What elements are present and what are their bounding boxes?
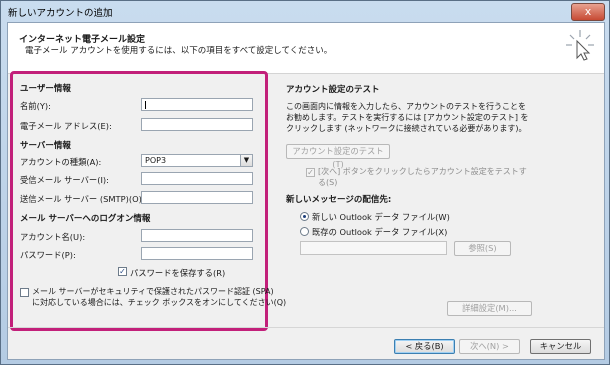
incoming-server-field[interactable] (141, 172, 253, 185)
footer-divider (8, 327, 604, 328)
chevron-down-icon[interactable]: ▼ (240, 155, 252, 166)
spa-label-line2[interactable]: に対応している場合には、チェック ボックスをオンにしてください(Q) (32, 297, 286, 308)
account-name-field[interactable] (141, 229, 253, 242)
user-info-heading: ユーザー情報 (20, 84, 71, 94)
email-field[interactable] (141, 118, 253, 131)
account-type-value: POP3 (145, 156, 167, 165)
password-label: パスワード(P): (20, 250, 76, 260)
add-account-dialog: 新しいアカウントの追加 x インターネット電子メール設定 電子メール アカウント… (0, 0, 610, 365)
more-settings-button[interactable]: 詳細設定(M)... (447, 301, 532, 316)
next-button[interactable]: 次へ(N) > (459, 339, 520, 354)
server-info-heading: サーバー情報 (20, 141, 71, 151)
new-data-file-radio[interactable] (300, 212, 309, 221)
existing-data-file-label[interactable]: 既存の Outlook データ ファイル(X) (312, 226, 447, 238)
cursor-sparkle-icon (566, 30, 594, 61)
wizard-header: インターネット電子メール設定 電子メール アカウントを使用するには、以下の項目を… (8, 23, 604, 74)
password-field[interactable] (141, 247, 253, 260)
logon-info-heading: メール サーバーへのログオン情報 (20, 214, 151, 224)
test-desc-line3: クリックします (ネットワークに接続されている必要があります)。 (286, 124, 527, 133)
incoming-server-label: 受信メール サーバー(I): (20, 175, 109, 185)
dialog-body: インターネット電子メール設定 電子メール アカウントを使用するには、以下の項目を… (7, 22, 605, 360)
outgoing-server-label: 送信メール サーバー (SMTP)(O): (20, 194, 145, 204)
delivery-heading: 新しいメッセージの配信先: (286, 195, 392, 205)
browse-button[interactable]: 参照(S) (454, 241, 511, 256)
spa-checkbox[interactable] (20, 288, 29, 297)
close-icon: x (584, 5, 592, 18)
test-account-button[interactable]: アカウント設定のテスト(T) (286, 144, 390, 169)
close-button[interactable]: x (571, 3, 605, 21)
account-type-select[interactable]: POP3 ▼ (141, 154, 253, 167)
spa-label-line1[interactable]: メール サーバーがセキュリティで保護されたパスワード認証 (SPA) (32, 286, 274, 297)
test-desc-line2: お勧めします。テストを実行するには [アカウント設定のテスト] を (286, 113, 529, 122)
test-desc-line1: この画面内に情報を入力したら、アカウントのテストを行うことを (286, 102, 526, 111)
cancel-button[interactable]: キャンセル (530, 339, 591, 354)
existing-file-path-field[interactable] (300, 241, 447, 255)
remember-password-checkbox[interactable]: ✓ (118, 267, 127, 276)
test-settings-heading: アカウント設定のテスト (286, 85, 380, 95)
back-button[interactable]: < 戻る(B) (394, 339, 455, 354)
email-label: 電子メール アドレス(E): (20, 121, 112, 131)
account-name-label: アカウント名(U): (20, 232, 86, 242)
name-label: 名前(Y): (20, 101, 51, 111)
existing-data-file-radio[interactable] (300, 227, 309, 236)
outgoing-server-field[interactable] (141, 191, 253, 204)
auto-test-label-line2[interactable]: る(S) (318, 177, 337, 188)
remember-password-label[interactable]: パスワードを保存する(R) (130, 267, 225, 279)
page-subtitle: 電子メール アカウントを使用するには、以下の項目をすべて設定してください。 (25, 46, 333, 56)
account-type-label: アカウントの種類(A): (20, 157, 102, 167)
window-title: 新しいアカウントの追加 (8, 8, 113, 19)
name-field[interactable] (141, 98, 253, 111)
auto-test-label-line1[interactable]: [次へ] ボタンをクリックしたらアカウント設定をテストす (318, 166, 527, 177)
new-data-file-label[interactable]: 新しい Outlook データ ファイル(W) (312, 211, 450, 223)
auto-test-checkbox[interactable]: ✓ (306, 168, 315, 177)
